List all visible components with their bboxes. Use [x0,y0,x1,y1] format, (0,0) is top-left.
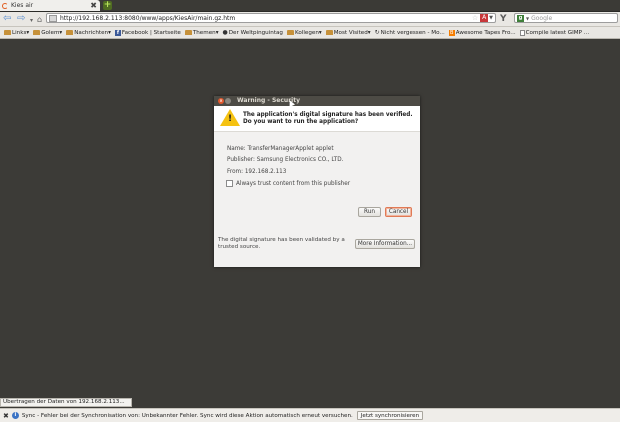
trust-publisher-checkbox[interactable] [226,180,233,187]
bookmark-nicht-vergessen[interactable]: ↻ Nicht vergessen - Mo... [375,29,445,36]
applet-publisher: Publisher: Samsung Electronics CO., LTD. [227,157,344,163]
blogger-icon: B [448,29,455,36]
bookmark-label: Most Visited [333,29,368,36]
folder-icon [287,30,294,35]
folder-icon [4,30,11,35]
folder-icon [66,30,74,35]
history-dropdown-icon[interactable]: ▾ [30,15,33,27]
search-engine-dropdown-icon[interactable]: ▼ [526,16,529,21]
warning-exclamation: ! [227,114,233,124]
bookmark-golem[interactable]: Golem ▾ [33,30,62,36]
folder-icon [33,30,41,35]
dialog-heading: The application's digital signature has … [243,112,413,125]
bookmark-label: Der Weltpinguintag [228,29,283,36]
dialog-minimize-icon[interactable] [225,98,231,104]
bookmark-label: Themen [192,29,216,36]
cancel-button[interactable]: Cancel [385,207,412,217]
bookmark-star-icon[interactable]: ☆ [472,14,478,22]
loading-icon [2,2,8,9]
notification-close-icon[interactable]: ✖ [3,412,9,420]
dropdown-arrow-icon: ▾ [367,29,371,36]
bookmark-compile-gimp[interactable]: Compile latest GIMP ... [519,29,590,36]
signature-status-text: The digital signature has been validated… [218,237,345,250]
bookmark-most-visited[interactable]: Most Visited ▾ [325,29,371,36]
run-button[interactable]: Run [358,207,381,217]
dialog-header: ! The application's digital signature ha… [214,106,420,132]
bookmark-nachrichten[interactable]: Nachrichten ▾ [66,30,111,36]
facebook-icon: f [114,29,121,36]
search-placeholder: Google [531,14,553,22]
trust-publisher-row[interactable]: Always trust content from this publisher [226,180,350,187]
dropdown-arrow-icon: ▾ [59,29,63,36]
tab-title: Kies air [11,2,34,9]
navigation-toolbar: ⇦ ⇨ ▾ ⌂ http://192.168.2.113:8080/www/ap… [0,12,620,27]
sync-notification-bar: ✖ i Sync - Fehler bei der Synchronisatio… [0,408,620,422]
url-dropdown-icon[interactable]: ▼ [489,15,493,21]
page-icon [519,29,525,36]
folder-icon [325,30,333,35]
bookmark-label: Nachrichten [74,29,109,36]
status-text: Übertragen der Daten von 192.168.2.113..… [0,398,132,407]
notification-text: Sync - Fehler bei der Synchronisation vo… [21,412,353,419]
bookmark-label: Kollegen [295,29,319,36]
bookmark-label: Golem [41,29,60,36]
dropdown-arrow-icon: ▾ [26,29,30,36]
trust-publisher-label[interactable]: Always trust content from this publisher [236,181,350,187]
dropdown-arrow-icon: ▾ [215,29,219,36]
search-engine-icon[interactable]: g [517,14,524,22]
url-bar[interactable]: http://192.168.2.113:8080/www/apps/KiesA… [46,13,496,23]
bookmark-label: Facebook | Startseite [121,29,181,36]
dropdown-arrow-icon: ▾ [318,29,322,36]
bookmark-label: Nicht vergessen - Mo... [380,29,445,36]
bookmark-label: Awesome Tapes Fro... [455,29,516,36]
site-identity-icon[interactable] [49,14,57,22]
home-icon[interactable]: ⌂ [37,14,42,26]
dialog-title-bar[interactable]: × Warning - Security [214,96,420,106]
dialog-close-icon[interactable]: × [218,98,224,104]
back-button[interactable]: ⇦ [3,13,11,25]
bookmark-weltpinguintag[interactable]: ● Der Weltpinguintag [223,29,284,36]
tab-strip: Kies air ✖ + [0,0,620,12]
security-warning-dialog: × Warning - Security ! The application's… [214,96,420,267]
applet-name: Name: TransferManagerApplet applet [227,146,334,152]
dropdown-arrow-icon: ▾ [108,29,111,36]
twitter-icon[interactable]: Y [500,14,507,24]
tab-close-icon[interactable]: ✖ [90,0,97,11]
bookmark-facebook[interactable]: f Facebook | Startseite [114,29,181,36]
penguin-icon: ● [222,29,228,36]
bookmark-themen[interactable]: Themen ▾ [184,29,219,36]
refresh-icon: ↻ [374,29,380,36]
search-input[interactable]: g ▼ Google [514,13,618,23]
sync-now-button[interactable]: Jetzt synchronisieren [356,411,424,420]
addon-icon[interactable]: A [480,14,489,22]
bookmark-awesome-tapes[interactable]: B Awesome Tapes Fro... [448,29,516,36]
more-information-button[interactable]: More Information... [355,239,415,249]
info-icon: i [11,412,19,419]
bookmark-label: Links [12,29,27,36]
bookmarks-toolbar: Links ▾ Golem ▾ Nachrichten ▾ f Facebook | S… [0,27,620,39]
folder-icon [184,30,192,35]
tab-kies-air[interactable]: Kies air ✖ [0,0,100,11]
bookmark-links[interactable]: Links ▾ [4,30,29,36]
bookmark-label: Compile latest GIMP ... [525,29,590,36]
new-tab-button[interactable]: + [103,1,112,10]
bookmark-kollegen[interactable]: Kollegen ▾ [287,30,322,36]
url-text[interactable]: http://192.168.2.113:8080/www/apps/KiesA… [60,15,472,22]
forward-button[interactable]: ⇨ [17,13,25,25]
applet-origin: From: 192.168.2.113 [227,169,287,175]
